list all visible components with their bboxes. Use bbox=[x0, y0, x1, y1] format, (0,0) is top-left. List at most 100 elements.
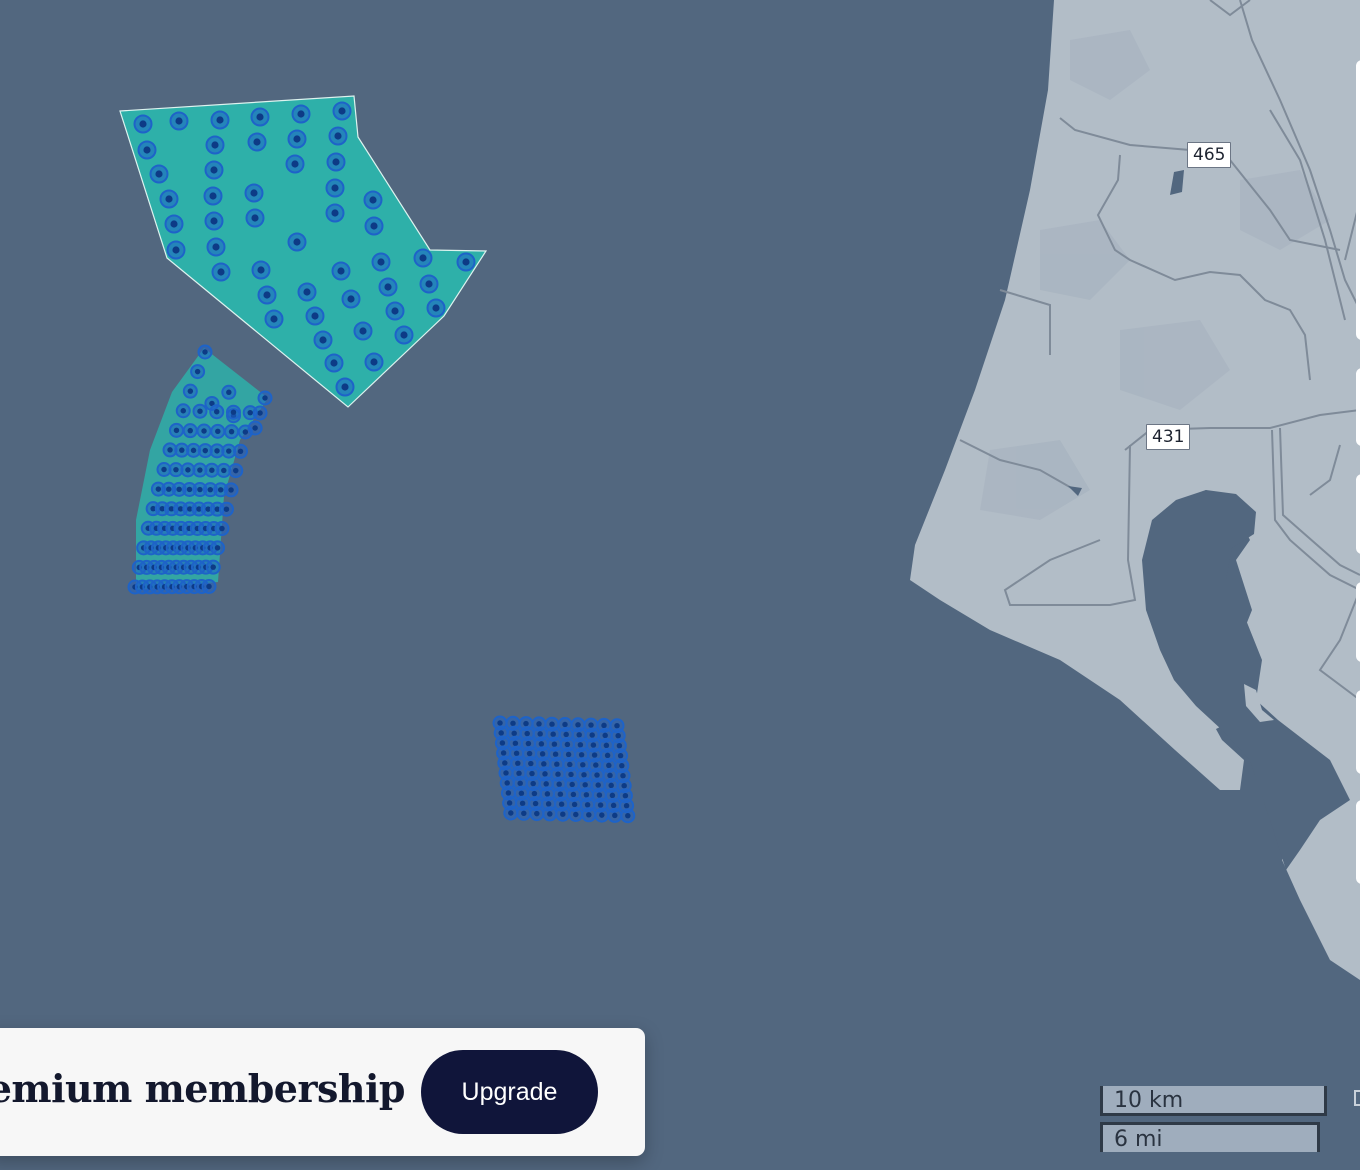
wind-turbine-center bbox=[214, 545, 221, 551]
map-control-4[interactable] bbox=[1356, 582, 1360, 662]
wind-turbine-center bbox=[214, 408, 220, 415]
wind-turbine-center bbox=[419, 254, 427, 262]
wind-turbine-center bbox=[588, 722, 594, 728]
wind-turbine-center bbox=[523, 720, 529, 727]
wind-turbine-center bbox=[567, 761, 573, 768]
map-control-6[interactable] bbox=[1356, 800, 1360, 884]
wind-turbine-center bbox=[508, 810, 514, 816]
wind-turbine-center bbox=[165, 195, 173, 203]
wind-turbine-center bbox=[256, 113, 264, 121]
wind-turbine-center bbox=[185, 467, 191, 473]
wind-turbine-center bbox=[172, 246, 180, 254]
wind-turbine-center bbox=[575, 722, 581, 728]
wind-turbine-center bbox=[228, 428, 235, 435]
wind-turbine-center bbox=[578, 752, 585, 758]
wind-turbine-center bbox=[554, 761, 560, 767]
map-canvas[interactable] bbox=[0, 0, 1360, 1170]
map-control-2[interactable] bbox=[1356, 368, 1360, 446]
wind-turbine-center bbox=[331, 209, 339, 217]
wind-turbine-center bbox=[610, 802, 617, 809]
wind-turbine-center bbox=[544, 791, 551, 797]
wind-turbine-center bbox=[370, 222, 378, 230]
wind-turbine-center bbox=[400, 331, 408, 339]
wind-turbine-center bbox=[331, 184, 339, 192]
wind-turbine-center bbox=[537, 731, 543, 737]
wind-turbine-center bbox=[625, 812, 631, 819]
wind-turbine-center bbox=[550, 731, 556, 737]
wind-turbine-center bbox=[247, 409, 253, 416]
wind-turbine-center bbox=[179, 447, 185, 453]
wind-turbine-center bbox=[549, 721, 555, 727]
wind-turbine-center bbox=[538, 741, 545, 747]
wind-turbine-center bbox=[223, 506, 230, 512]
wind-turbine-center bbox=[608, 782, 614, 789]
wind-turbine-center bbox=[582, 782, 588, 788]
wind-turbine-center bbox=[555, 771, 561, 777]
wind-turbine-center bbox=[338, 107, 346, 115]
wind-turbine-center bbox=[516, 770, 522, 777]
scale-bar-mi: 6 mi bbox=[1100, 1122, 1320, 1152]
wind-turbine-center bbox=[606, 762, 612, 769]
wind-turbine-center bbox=[197, 467, 203, 473]
wind-turbine-center bbox=[332, 158, 340, 166]
wind-turbine-center bbox=[503, 770, 509, 776]
wind-turbine-center bbox=[197, 408, 203, 414]
wind-turbine-center bbox=[602, 732, 608, 739]
wind-turbine-center bbox=[617, 752, 624, 759]
wind-turbine-center bbox=[524, 730, 530, 737]
wind-turbine-center bbox=[505, 790, 512, 796]
wind-turbine-center bbox=[515, 760, 521, 767]
wind-turbine-center bbox=[510, 720, 516, 727]
wind-turbine-center bbox=[622, 792, 629, 799]
wind-turbine-center bbox=[291, 160, 299, 168]
wind-turbine-center bbox=[425, 280, 433, 288]
wind-turbine-center bbox=[263, 291, 271, 299]
wind-turbine-center bbox=[615, 732, 621, 739]
wind-turbine-center bbox=[620, 772, 626, 779]
wind-turbine-center bbox=[564, 741, 571, 748]
wind-turbine-center bbox=[230, 409, 237, 415]
wind-turbine-center bbox=[391, 307, 399, 315]
upgrade-button[interactable]: Upgrade bbox=[421, 1050, 598, 1134]
wind-turbine-center bbox=[530, 780, 536, 787]
wind-turbine-center bbox=[143, 146, 151, 154]
wind-turbine-center bbox=[563, 731, 569, 738]
wind-turbine-center bbox=[217, 268, 225, 276]
wind-turbine-center bbox=[614, 722, 620, 729]
map-control-1[interactable] bbox=[1356, 60, 1360, 340]
wind-turbine-center bbox=[202, 447, 209, 454]
wind-turbine-center bbox=[539, 751, 546, 757]
wind-turbine-center bbox=[214, 448, 220, 454]
wind-turbine-center bbox=[532, 800, 539, 807]
wind-turbine-center bbox=[521, 810, 527, 817]
wind-turbine-center bbox=[176, 486, 182, 493]
wind-turbine-center bbox=[161, 466, 167, 473]
wind-turbine-center bbox=[586, 812, 592, 818]
wind-turbine-center bbox=[257, 266, 265, 274]
wind-turbine-center bbox=[551, 741, 558, 747]
map-control-5[interactable] bbox=[1356, 690, 1360, 774]
wind-turbine-center bbox=[197, 486, 203, 493]
wind-turbine-center bbox=[518, 790, 525, 797]
map-control-3[interactable] bbox=[1356, 474, 1360, 554]
wind-turbine-center bbox=[237, 448, 244, 455]
wind-turbine-center bbox=[311, 312, 319, 320]
wind-turbine-center bbox=[210, 564, 216, 570]
wind-turbine-center bbox=[187, 388, 194, 394]
wind-turbine-center bbox=[498, 730, 504, 736]
wind-turbine-center bbox=[529, 770, 535, 777]
wind-turbine-center bbox=[252, 425, 258, 431]
wind-turbine-center bbox=[577, 742, 584, 748]
wind-turbine-center bbox=[170, 220, 178, 228]
wind-turbine-center bbox=[462, 258, 470, 266]
wind-turbine-center bbox=[210, 166, 218, 174]
wind-turbine-center bbox=[341, 383, 349, 391]
wind-turbine-center bbox=[607, 772, 613, 779]
wind-turbine-center bbox=[293, 135, 301, 143]
attribution-icon[interactable] bbox=[1354, 1090, 1360, 1106]
wind-turbine-center bbox=[384, 283, 392, 291]
wind-turbine-center bbox=[596, 792, 603, 798]
wind-turbine-center bbox=[531, 790, 538, 797]
wind-turbine-center bbox=[502, 760, 508, 766]
wind-turbine-center bbox=[584, 802, 591, 808]
